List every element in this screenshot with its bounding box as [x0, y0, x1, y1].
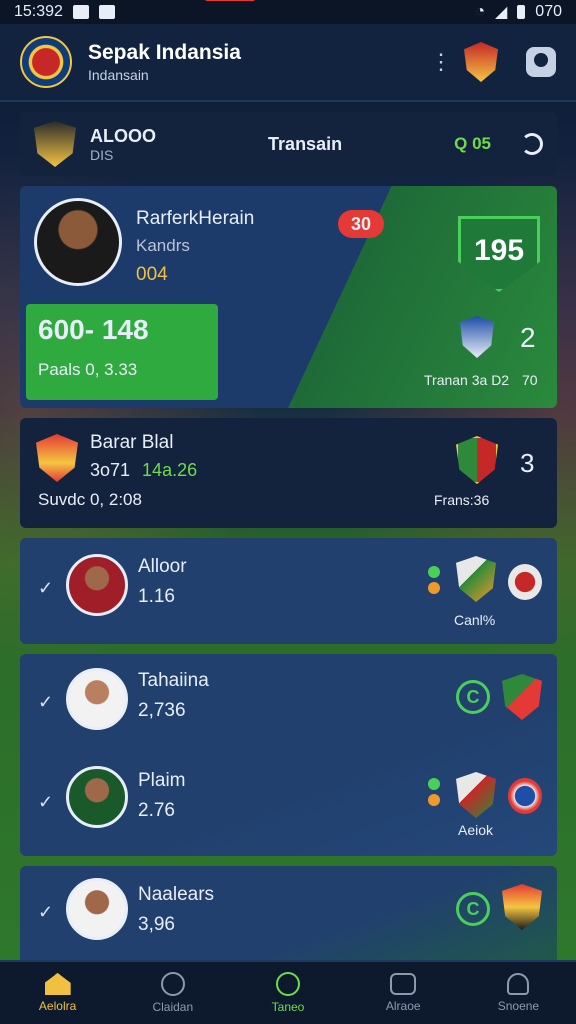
check-icon[interactable]: ✓: [38, 578, 53, 599]
status-dot-icon: [428, 794, 440, 806]
check-icon[interactable]: ✓: [38, 792, 53, 813]
transfer-card-left: 3o71: [90, 460, 131, 480]
transfer-card[interactable]: Barar Blal 3o71 14a.26 Suvdc 0, 2:08 3 Fr…: [20, 418, 557, 528]
nav-item-home[interactable]: Aelolra: [0, 962, 115, 1024]
featured-player-name: RarferkHerain: [136, 208, 255, 229]
avatar: [66, 668, 128, 730]
transfer-card-right: 14a.26: [142, 460, 198, 480]
transfer-label: Tranan 3a D2: [424, 372, 510, 388]
match-score: Q 05: [454, 134, 491, 153]
ball-icon: [160, 972, 185, 996]
app-title: Sepak Indansia: [88, 41, 241, 64]
more-options-icon[interactable]: ⋮: [430, 49, 452, 75]
person-icon: [507, 973, 530, 995]
club-crest-icon: [456, 772, 496, 818]
refresh-icon[interactable]: [521, 133, 543, 155]
list-item[interactable]: ✓ Tahaiina 2,736 C ✓ Plaim 2.76 Aeiok: [20, 654, 557, 856]
club-crest-icon: [508, 564, 542, 600]
club-badge-icon[interactable]: [464, 42, 498, 82]
profile-button[interactable]: [526, 47, 556, 77]
check-icon[interactable]: ✓: [38, 692, 53, 713]
club-crest-icon: [508, 778, 542, 814]
club-crest-icon: [456, 556, 496, 602]
status-dot-icon: [428, 582, 440, 594]
battery-level: 070: [535, 3, 562, 20]
transfer-card-line: 3o71 14a.26: [90, 460, 197, 481]
nav-label: Taneo: [271, 1000, 305, 1014]
opponent-crest-icon: [456, 436, 498, 484]
app-header: Sepak Indansia Indansain ⋮: [0, 24, 576, 102]
player-name: Tahaiina: [138, 670, 209, 691]
featured-player-card[interactable]: RarferkHerain Kandrs 004 30 195 600- 148…: [20, 186, 557, 408]
list-item[interactable]: ✓ Alloor 1.16 Canl%: [20, 538, 557, 644]
status-time: 15:392: [14, 3, 63, 20]
transfer-card-number: 3: [520, 448, 535, 478]
team-name: ALOOO: [90, 125, 156, 146]
notification-icon: [72, 5, 89, 19]
featured-player-number: 004: [136, 264, 168, 285]
signal-icon: ◢: [494, 4, 508, 21]
match-bar[interactable]: ALOOO DIS Transain Q 05: [20, 112, 557, 176]
nav-indicator: [205, 0, 255, 1]
nav-label: Snoene: [497, 999, 540, 1013]
nav-label: Alraoe: [385, 999, 421, 1013]
crest-label: Aeiok: [458, 822, 494, 838]
club-crest-icon: [460, 316, 494, 358]
battery-icon: [517, 5, 526, 19]
player-value: 2,736: [138, 700, 186, 721]
crest-label: Canl%: [454, 612, 496, 628]
nav-item-ball[interactable]: Claidan: [115, 962, 230, 1024]
nav-item-center[interactable]: Taneo: [230, 962, 345, 1024]
stat-main: 600- 148: [38, 314, 149, 345]
status-dot-icon: [428, 566, 440, 578]
transfer-value: 70: [522, 372, 538, 388]
match-bar-label: Transain: [268, 133, 343, 154]
stat-panel: 600- 148 Paals 0, 3.33: [26, 304, 218, 400]
club-crest-icon: [502, 674, 542, 720]
status-bar: 15:392 ◔ ◢ 070: [0, 0, 576, 24]
status-dot-icon: [428, 778, 440, 790]
check-icon[interactable]: ✓: [38, 902, 53, 923]
player-value: 3,96: [138, 914, 175, 935]
avatar: [66, 878, 128, 940]
player-name: Naalears: [138, 884, 215, 905]
extra-number: 2: [520, 322, 536, 353]
player-value: 2.76: [138, 800, 175, 821]
featured-player-club: Kandrs: [136, 236, 190, 255]
wifi-icon: ◔: [475, 3, 485, 20]
avatar: [66, 766, 128, 828]
c-badge-icon[interactable]: C: [456, 680, 490, 714]
nav-item-inbox[interactable]: Alraoe: [346, 962, 461, 1024]
app-subtitle: Indansain: [88, 67, 149, 83]
club-crest-icon: [502, 884, 542, 930]
c-badge-icon[interactable]: C: [456, 892, 490, 926]
nav-label: Claidan: [152, 1000, 194, 1014]
avatar: [66, 554, 128, 616]
app-logo: [20, 36, 72, 88]
team-crest-icon: [34, 121, 76, 167]
player-value: 1.16: [138, 586, 175, 607]
transfer-card-title: Barar Blal: [90, 432, 174, 453]
status-badge: 30: [338, 210, 384, 238]
nav-label: Aelolra: [38, 999, 77, 1013]
nav-item-profile[interactable]: Snoene: [461, 962, 576, 1024]
inbox-icon: [390, 973, 417, 995]
home-icon: [44, 973, 71, 995]
transfer-card-sub: Suvdc 0, 2:08: [38, 490, 142, 509]
player-name: Plaim: [138, 770, 186, 791]
bottom-nav: Aelolra Claidan Taneo Alraoe Snoene: [0, 960, 576, 1024]
main-content: ALOOO DIS Transain Q 05 RarferkHerain Ka…: [20, 112, 557, 976]
transfer-card-label: Frans:36: [434, 492, 490, 508]
pitch-icon: [276, 972, 300, 996]
team-subtitle: DIS: [90, 146, 114, 163]
avatar: [34, 198, 122, 286]
list-item[interactable]: ✓ Naalears 3,96 C: [20, 866, 557, 966]
rating-shield: 195: [458, 216, 540, 292]
stat-sub: Paals 0, 3.33: [38, 360, 138, 379]
player-name: Alloor: [138, 556, 187, 577]
club-crest-icon: [36, 434, 78, 482]
notification-icon-2: [98, 5, 115, 19]
